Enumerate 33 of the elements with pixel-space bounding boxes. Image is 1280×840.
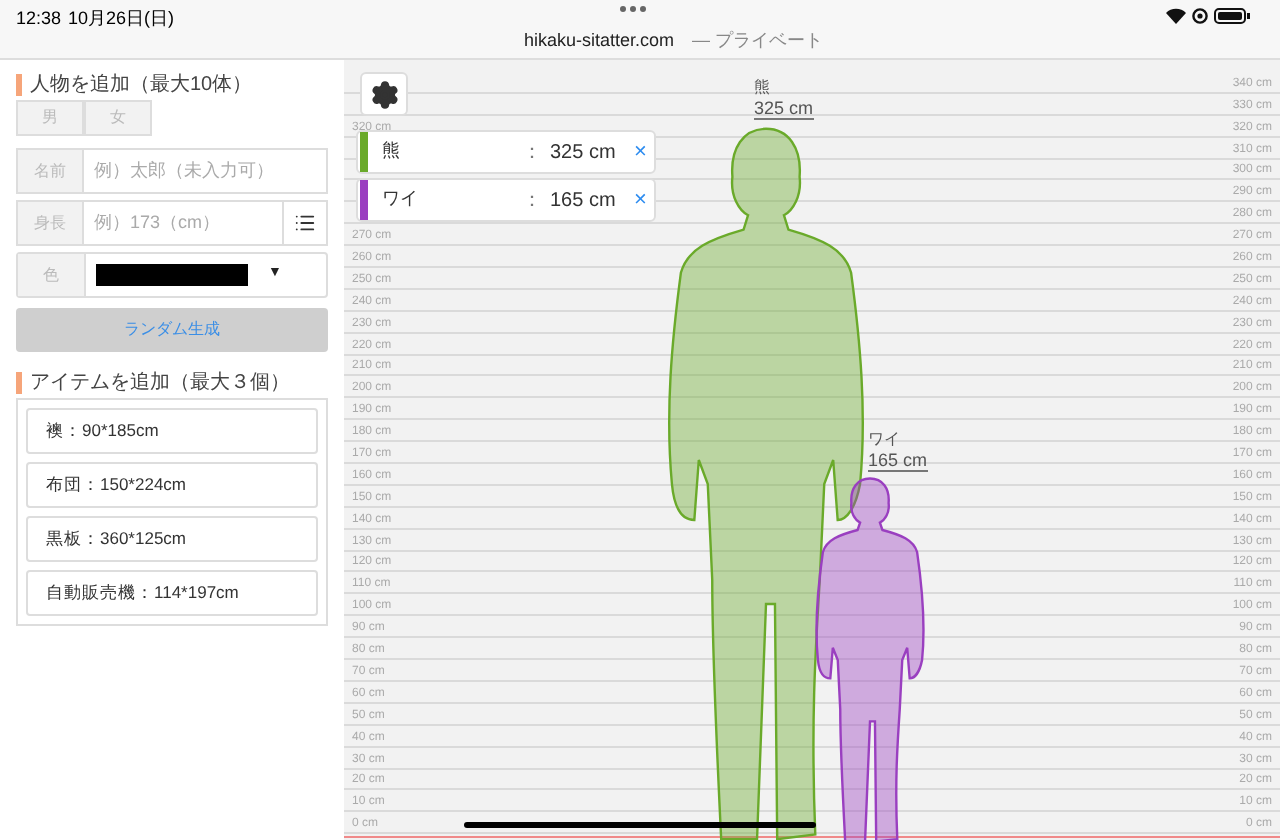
person-name: ワイ — [382, 186, 420, 213]
name-input[interactable]: 例）太郎（未入力可） — [84, 150, 326, 192]
wifi-icon — [1166, 8, 1186, 24]
url-text[interactable]: hikaku-sitatter.com — [524, 28, 675, 55]
settings-button[interactable] — [360, 72, 408, 116]
private-label: — プライベート — [692, 28, 824, 54]
colon-text: ： — [522, 187, 544, 215]
item-button[interactable]: 黒板：360*125cm — [26, 516, 318, 562]
height-input[interactable]: 例）173（cm） — [84, 202, 282, 244]
date-text: 10月26日(日) — [68, 6, 175, 32]
dots-icon[interactable] — [620, 6, 646, 12]
person-entry[interactable]: 熊 ： 325 cm × — [356, 130, 656, 174]
person-entry[interactable]: ワイ ： 165 cm × — [356, 178, 656, 222]
list-icon — [294, 212, 316, 234]
list-button[interactable] — [284, 200, 328, 246]
battery-icon — [1214, 8, 1250, 24]
section-heading: アイテムを追加（最大３個） — [30, 369, 290, 397]
section-heading: 人物を追加（最大10体） — [30, 71, 253, 99]
figure-name: ワイ — [868, 428, 900, 452]
figure-height: 325 cm — [754, 98, 814, 120]
heading-marker — [16, 73, 22, 95]
person-name: 熊 — [382, 138, 402, 165]
item-button[interactable]: 襖：90*185cm — [26, 408, 318, 454]
heading-marker — [16, 371, 22, 393]
person-height: 325 cm — [550, 139, 618, 167]
item-button[interactable]: 布団：150*224cm — [26, 462, 318, 508]
clock-time: 12:38 — [16, 6, 62, 32]
item-button[interactable]: 自動販売機：114*197cm — [26, 570, 318, 616]
colon-text: ： — [522, 139, 544, 167]
figure-height: 165 cm — [868, 450, 928, 472]
figure-name: 熊 — [754, 76, 770, 100]
person-height: 165 cm — [550, 187, 618, 215]
settings-icon — [369, 79, 399, 109]
